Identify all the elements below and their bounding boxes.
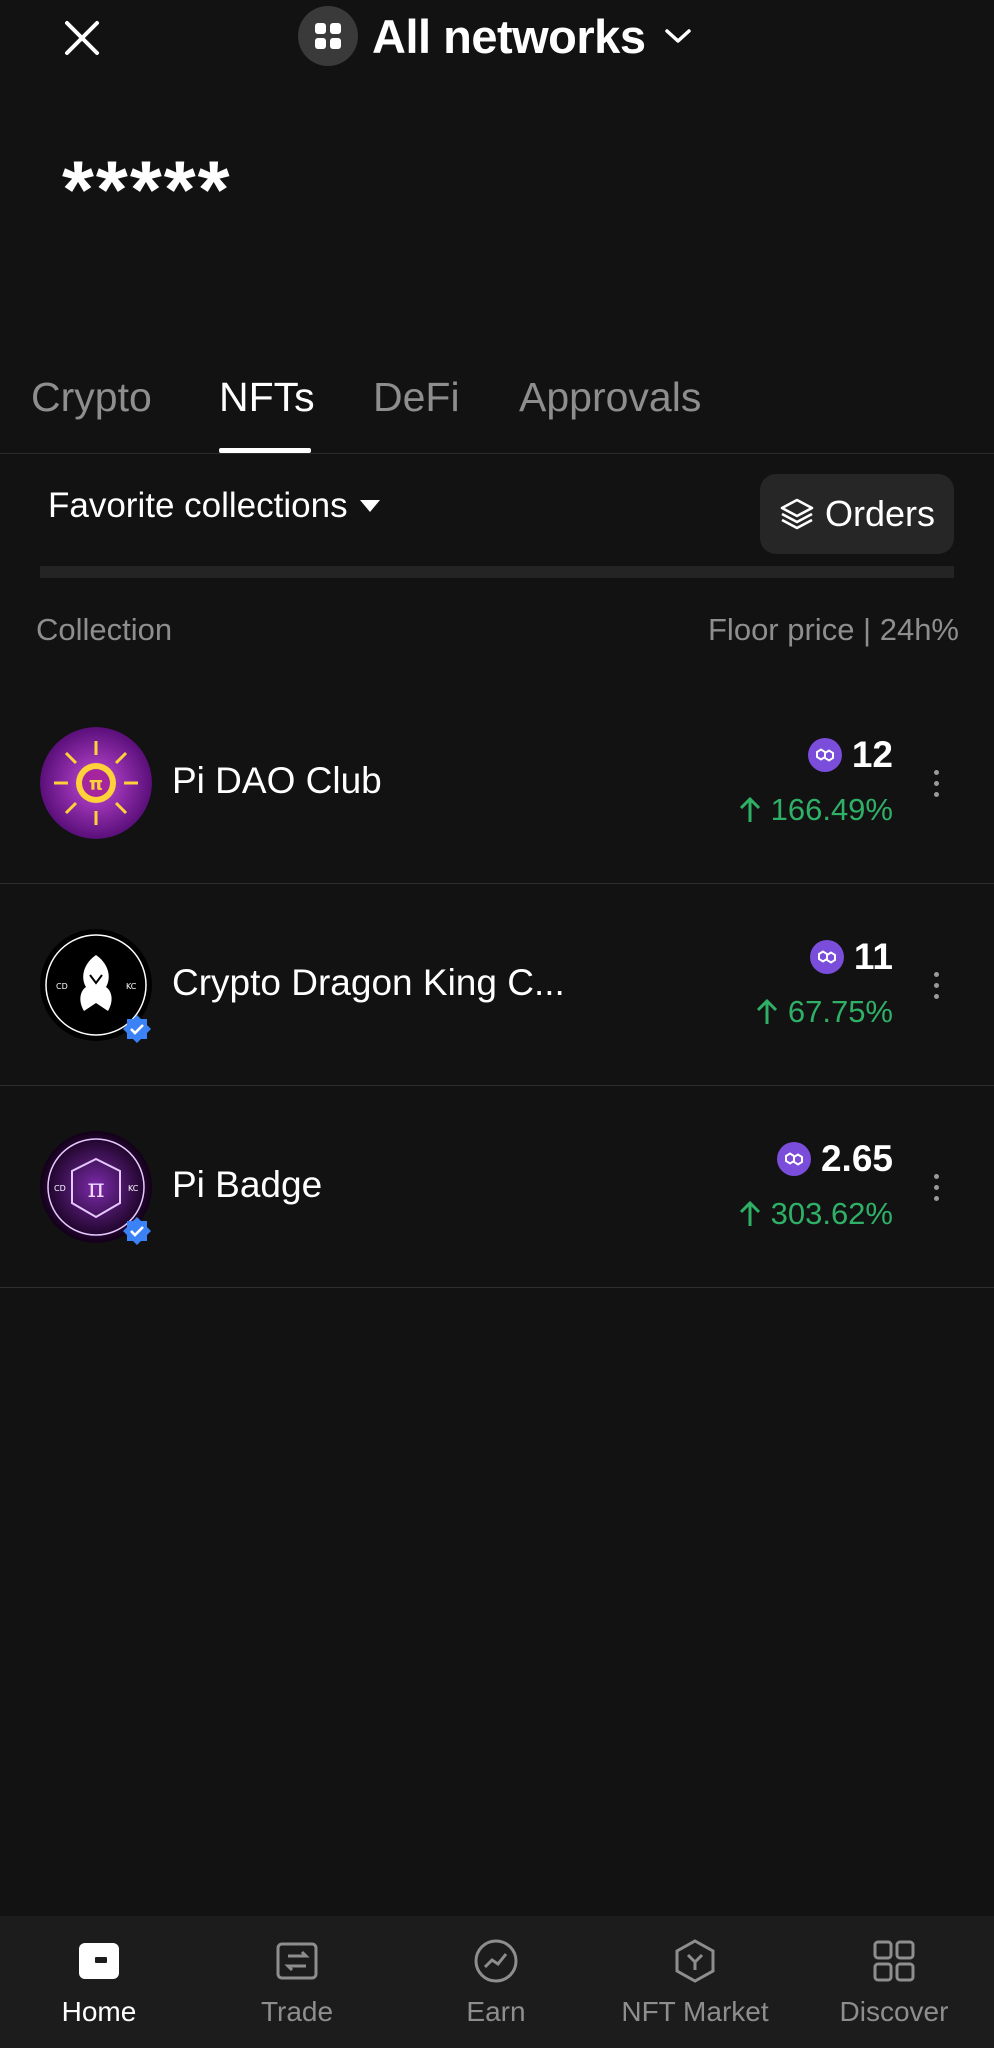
collection-row-pi-badge[interactable]: π CD KC Pi Badge 2.65 303.62% — [0, 1086, 994, 1288]
favorite-collections-label: Favorite collections — [48, 486, 348, 525]
nav-label: Discover — [839, 1996, 949, 2027]
close-button[interactable] — [58, 14, 106, 62]
nav-home[interactable]: Home — [9, 1936, 189, 2028]
collection-row-pi-dao-club[interactable]: π Pi DAO Club 12 166.49% — [0, 682, 994, 884]
orders-label: Orders — [824, 493, 936, 534]
caret-down-icon — [359, 500, 380, 512]
column-header-floor-price: Floor price | 24h% — [708, 612, 959, 647]
wallet-icon — [74, 1936, 124, 1986]
change-value: 166.49% — [770, 792, 893, 827]
svg-text:KC: KC — [128, 1184, 139, 1193]
nav-label: NFT Market — [621, 1996, 769, 2027]
nft-market-icon — [670, 1936, 720, 1986]
active-tab-indicator — [219, 448, 311, 453]
bottom-navigation: Home Trade Earn NFT Market Discover — [0, 1916, 994, 2048]
svg-text:CD: CD — [54, 1184, 66, 1193]
floor-price-value: 2.65 — [820, 1138, 893, 1179]
price-change: 303.62% — [739, 1196, 893, 1232]
polygon-icon — [809, 940, 844, 974]
collection-name: Crypto Dragon King C... — [172, 962, 565, 1003]
collection-avatar: π — [40, 727, 152, 839]
favorite-collections-dropdown[interactable]: Favorite collections — [48, 486, 380, 526]
top-bar: All networks — [0, 0, 994, 80]
trade-icon — [272, 1936, 322, 1986]
price-change: 166.49% — [739, 792, 893, 828]
chevron-down-icon — [663, 26, 693, 46]
arrow-up-icon — [756, 998, 777, 1024]
more-options-icon[interactable] — [926, 1162, 946, 1212]
tab-approvals[interactable]: Approvals — [519, 374, 701, 421]
tab-defi[interactable]: DeFi — [373, 374, 460, 421]
nav-nft-market[interactable]: NFT Market — [605, 1936, 785, 2028]
nav-trade[interactable]: Trade — [207, 1936, 387, 2028]
discover-grid-icon — [869, 1936, 919, 1986]
verified-badge-icon — [123, 1015, 151, 1043]
close-icon — [65, 21, 99, 55]
collection-name: Pi DAO Club — [172, 760, 382, 801]
section-divider — [40, 566, 954, 578]
svg-text:CD: CD — [56, 982, 68, 991]
floor-price-value: 12 — [851, 734, 893, 775]
svg-text:π: π — [89, 774, 103, 795]
asset-tabs: Crypto NFTs DeFi Approvals — [0, 364, 994, 454]
network-selector[interactable]: All networks — [298, 4, 693, 68]
floor-price: 11 — [809, 936, 893, 978]
tab-crypto[interactable]: Crypto — [31, 374, 152, 421]
layers-icon — [780, 498, 814, 530]
polygon-icon — [776, 1142, 811, 1176]
change-value: 67.75% — [787, 994, 893, 1029]
collection-name: Pi Badge — [172, 1164, 323, 1205]
floor-price: 2.65 — [776, 1138, 893, 1180]
nav-discover[interactable]: Discover — [804, 1936, 984, 2028]
verified-badge-icon — [123, 1217, 151, 1245]
masked-balance: ***** — [62, 145, 232, 236]
floor-price-value: 11 — [853, 936, 893, 977]
earn-icon — [471, 1936, 521, 1986]
nav-earn[interactable]: Earn — [406, 1936, 586, 2028]
collection-row-crypto-dragon-king[interactable]: CD KC Crypto Dragon King C... 11 67.75% — [0, 884, 994, 1086]
svg-text:π: π — [87, 1174, 104, 1204]
network-label: All networks — [372, 9, 646, 63]
nav-label: Trade — [260, 1996, 334, 2027]
tab-nfts[interactable]: NFTs — [219, 374, 315, 421]
price-change: 67.75% — [756, 994, 893, 1030]
arrow-up-icon — [739, 1200, 760, 1226]
svg-text:KC: KC — [126, 982, 137, 991]
nav-label: Earn — [466, 1996, 526, 2027]
nav-label: Home — [61, 1996, 137, 2027]
more-options-icon[interactable] — [926, 960, 946, 1010]
apps-grid-icon — [298, 6, 358, 66]
column-header-collection: Collection — [36, 612, 173, 647]
change-value: 303.62% — [770, 1196, 893, 1231]
arrow-up-icon — [739, 796, 760, 822]
orders-button[interactable]: Orders — [760, 474, 954, 554]
more-options-icon[interactable] — [926, 758, 946, 808]
floor-price: 12 — [807, 734, 893, 776]
polygon-icon — [807, 738, 842, 772]
